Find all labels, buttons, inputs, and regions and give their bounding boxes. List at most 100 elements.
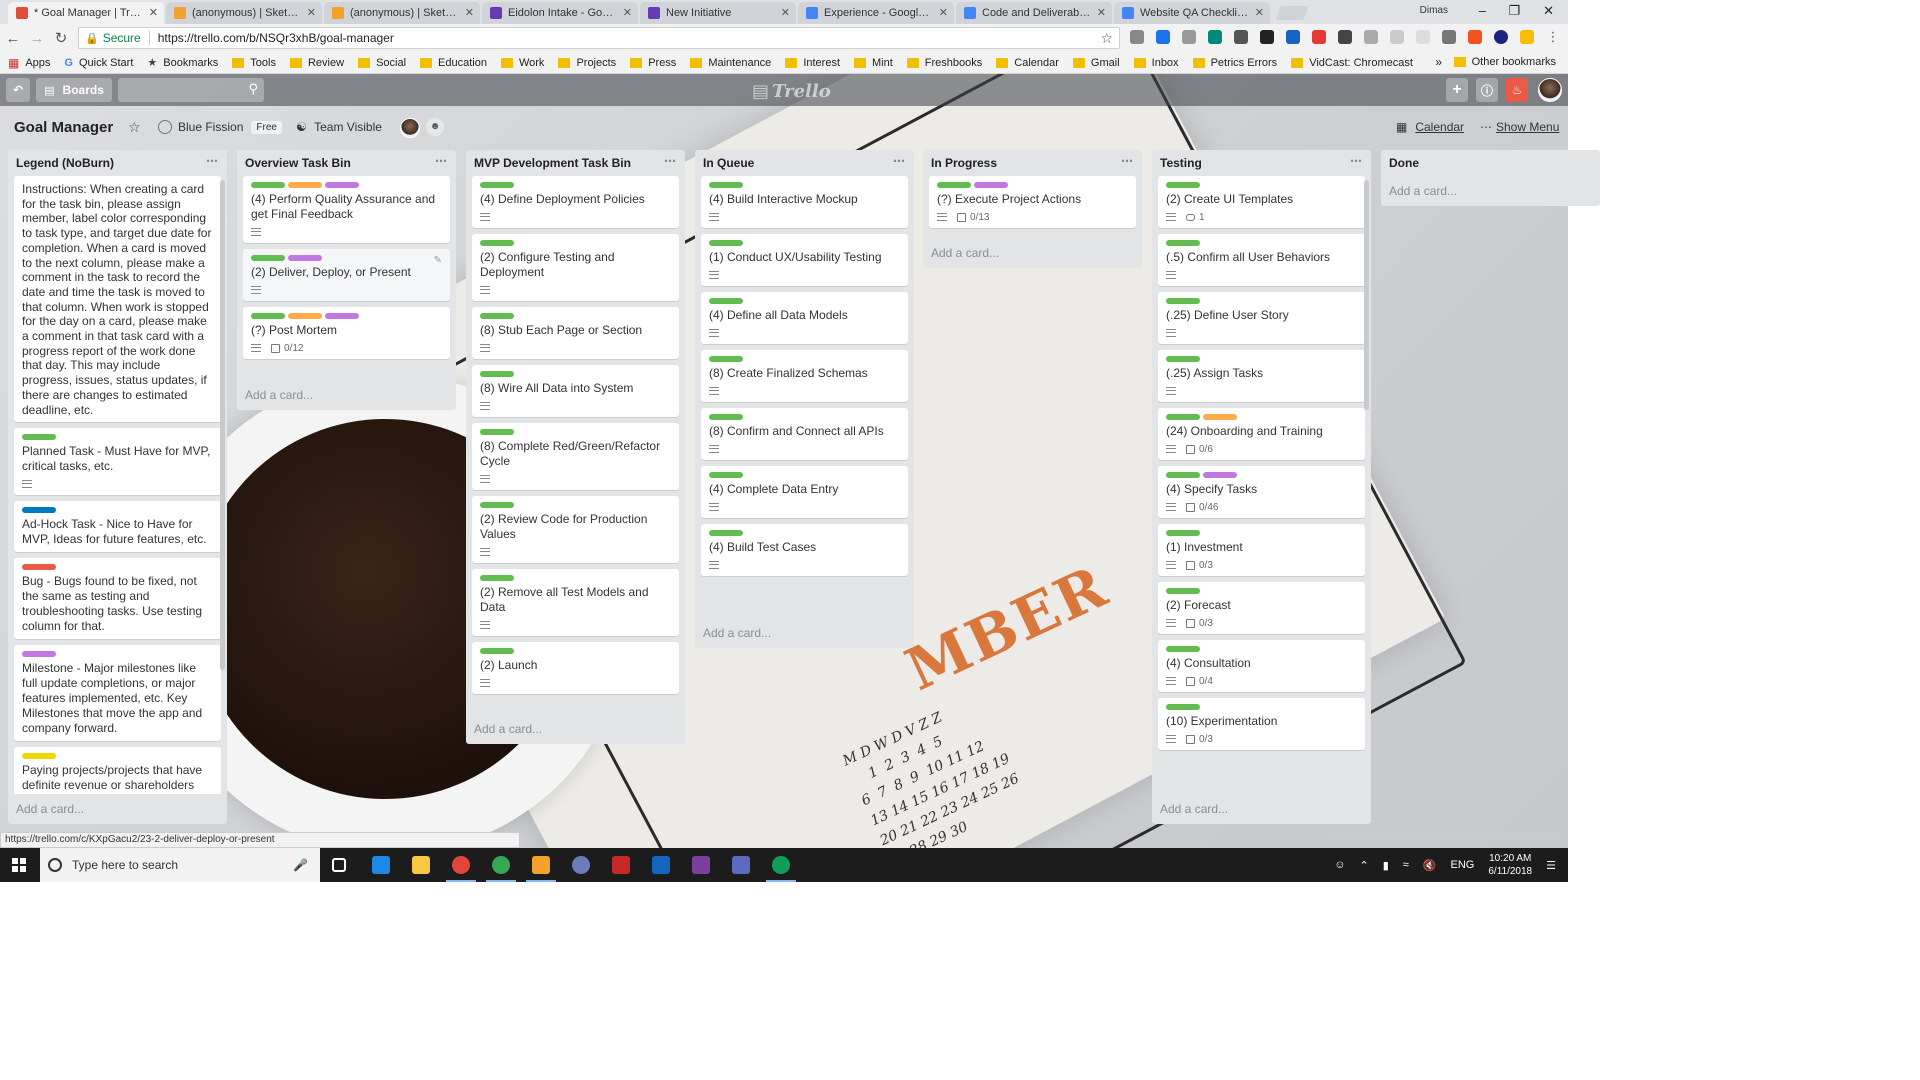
list-header[interactable]: MVP Development Task Bin ⋯ [466,150,685,176]
list-card[interactable]: (?) Execute Project Actions 0/13 [929,176,1136,228]
list-card[interactable]: (8) Complete Red/Green/Refactor Cycle [472,423,679,490]
back-icon[interactable]: ← [2,30,24,47]
bookmarks-overflow-icon[interactable]: » [1435,55,1442,69]
list-card[interactable]: (.25) Define User Story [1158,292,1365,344]
bookmark-item[interactable]: Work [500,57,544,69]
windows-start-icon[interactable] [12,858,26,872]
add-card-button[interactable]: Add a card... [695,620,914,648]
browser-tab[interactable]: Eidolon Intake - Google F ✕ [482,2,638,24]
legend-instructions-card[interactable]: Instructions: When creating a card for t… [14,176,221,423]
list-card[interactable]: (1) Investment 0/3 [1158,524,1365,576]
chrome-app-icon[interactable] [446,856,476,882]
list-card[interactable]: Milestone - Major milestones like full u… [14,645,221,742]
extension-icon-9[interactable] [1338,30,1352,44]
edit-pencil-icon[interactable]: ✎ [434,255,442,266]
new-tab-button[interactable] [1275,6,1309,20]
taskbar-search[interactable]: Type here to search 🎤 [40,848,320,882]
list-card[interactable]: (2) Remove all Test Models and Data [472,569,679,636]
info-icon[interactable]: ⓘ [1476,78,1498,102]
list-menu-icon[interactable]: ⋯ [206,154,219,168]
language-indicator[interactable]: ENG [1451,859,1475,871]
bookmark-item[interactable]: Review [289,57,344,69]
list-menu-icon[interactable]: ⋯ [893,154,906,168]
tab-close-icon[interactable]: ✕ [623,6,632,19]
browser-tab[interactable]: Website QA Checklist - G ✕ [1114,2,1270,24]
team-button[interactable]: Blue Fission Free [158,120,282,134]
list-card[interactable]: (8) Stub Each Page or Section [472,307,679,359]
extension-icon-14[interactable] [1468,30,1482,44]
omnibox[interactable]: 🔒 Secure https://trello.com/b/NSQr3xhB/g… [78,27,1120,49]
bookmark-item[interactable]: Petrics Errors [1192,57,1277,69]
bookmark-item[interactable]: ★ Bookmarks [147,56,218,70]
extension-icon-2[interactable] [1156,30,1170,44]
tab-close-icon[interactable]: ✕ [1255,6,1264,19]
sketchboard-app-icon[interactable] [526,856,556,882]
list-card[interactable]: (8) Wire All Data into System [472,365,679,417]
star-board-icon[interactable]: ☆ [128,119,141,136]
board-search-input[interactable]: ⚲ [118,78,264,102]
visibility-button[interactable]: ☯ Team Visible [296,120,382,134]
list-card[interactable]: Ad-Hock Task - Nice to Have for MVP, Ide… [14,501,221,553]
extension-icon-5[interactable] [1234,30,1248,44]
bookmark-item[interactable]: Gmail [1072,57,1120,69]
list-card[interactable]: (.25) Assign Tasks [1158,350,1365,402]
add-card-button[interactable]: Add a card... [237,382,456,410]
close-window-icon[interactable]: ✕ [1543,3,1554,19]
extension-icon-7[interactable] [1286,30,1300,44]
bookmark-item[interactable]: G Quick Start [64,57,133,69]
list-card[interactable]: (2) Review Code for Production Values [472,496,679,563]
tab-close-icon[interactable]: ✕ [939,6,948,19]
task-view-icon[interactable] [332,858,346,872]
people-icon[interactable]: ☺ [1334,859,1345,871]
list-card[interactable]: (.5) Confirm all User Behaviors [1158,234,1365,286]
list-title[interactable]: Legend (NoBurn) [16,156,114,170]
bookmark-star-icon[interactable]: ☆ [1100,30,1113,47]
powershell-icon[interactable] [652,856,670,874]
bookmark-item[interactable]: Social [358,57,406,69]
add-card-button[interactable]: Add a card... [923,240,1142,268]
tab-close-icon[interactable]: ✕ [307,6,316,19]
bookmark-item[interactable]: Press [630,57,676,69]
extension-icon-13[interactable] [1442,30,1456,44]
bookmark-item[interactable]: ▦ Apps [8,56,50,70]
url-text[interactable]: https://trello.com/b/NSQr3xhB/goal-manag… [158,31,394,45]
add-card-button[interactable]: Add a card... [466,716,685,744]
bookmark-item[interactable]: Education [420,57,487,69]
list-menu-icon[interactable]: ⋯ [1121,154,1134,168]
browser-tab[interactable]: (anonymous) | Sketchboa ✕ [324,2,480,24]
bookmark-item[interactable]: Calendar [996,57,1059,69]
forward-icon[interactable]: → [26,30,48,47]
list-title[interactable]: Done [1389,156,1419,170]
bookmark-item[interactable]: Maintenance [690,57,771,69]
list-card[interactable]: (4) Consultation 0/4 [1158,640,1365,692]
microphone-icon[interactable]: 🎤 [293,858,308,872]
add-card-button[interactable]: Add a card... [1152,796,1371,824]
list-scrollbar[interactable] [220,180,225,670]
bookmark-item[interactable]: Projects [558,57,616,69]
tab-close-icon[interactable]: ✕ [781,6,790,19]
list-card[interactable]: (2) Forecast 0/3 [1158,582,1365,634]
list-card[interactable]: Paying projects/projects that have defin… [14,747,221,794]
minimize-icon[interactable]: – [1479,3,1486,18]
network-app-icon[interactable] [572,856,590,874]
extension-icon-16[interactable] [1520,30,1534,44]
bookmark-item[interactable]: Inbox [1133,57,1179,69]
list-header[interactable]: Done [1381,150,1600,176]
list-scrollbar[interactable] [1364,180,1369,410]
list-header[interactable]: In Progress ⋯ [923,150,1142,176]
board-horizontal-scrollbar[interactable] [1330,832,1560,840]
restore-icon[interactable]: ❐ [1508,3,1520,19]
extension-icon-1[interactable] [1130,30,1144,44]
list-card[interactable]: Bug - Bugs found to be fixed, not the sa… [14,558,221,640]
list-card[interactable]: (4) Complete Data Entry [701,466,908,518]
chrome-profile-app-icon[interactable] [486,856,516,882]
reload-icon[interactable]: ↻ [50,29,72,47]
calendar-power-up[interactable]: ▦ Calendar [1396,120,1464,134]
taskbar-clock[interactable]: 10:20 AM 6/11/2018 [1488,852,1532,878]
board-title[interactable]: Goal Manager [14,119,113,136]
list-card[interactable]: (8) Create Finalized Schemas [701,350,908,402]
bookmark-item[interactable]: Freshbooks [906,57,982,69]
list-header[interactable]: In Queue ⋯ [695,150,914,176]
list-card[interactable]: (24) Onboarding and Training 0/6 [1158,408,1365,460]
create-plus-icon[interactable]: + [1446,78,1468,102]
